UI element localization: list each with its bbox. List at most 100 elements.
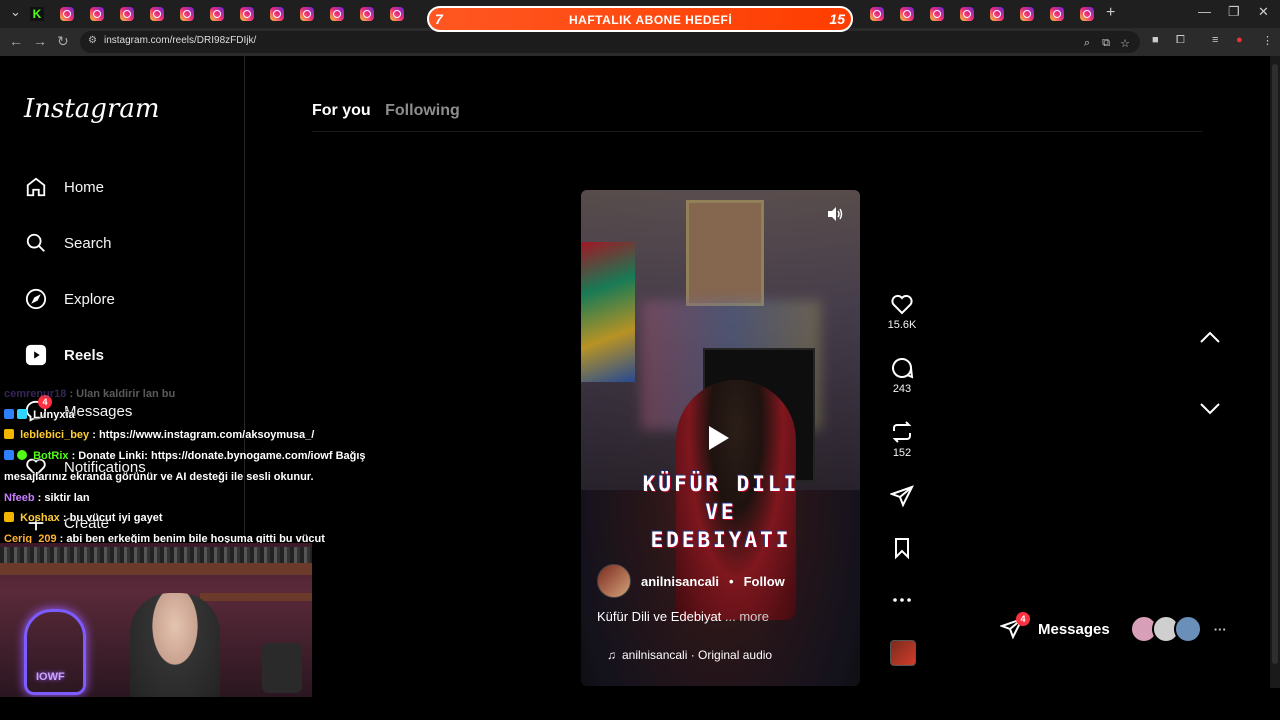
media-control-icon[interactable]: ≡ (1212, 34, 1218, 46)
install-app-icon[interactable]: ⧉ (1102, 37, 1110, 50)
minimize-button[interactable]: — (1198, 4, 1211, 19)
like-count: 15.6K (887, 319, 917, 331)
next-reel-icon[interactable] (1198, 396, 1222, 420)
reload-icon[interactable]: ↻ (57, 33, 69, 50)
chat-text: : https://www.instagram.com/aksoymusa_/ (92, 429, 315, 442)
instagram-icon[interactable] (870, 7, 884, 21)
nav-explore[interactable]: Explore (24, 284, 115, 314)
instagram-icon[interactable] (270, 7, 284, 21)
author-separator: • (729, 573, 734, 589)
zoom-icon[interactable]: ⌕ (1084, 37, 1090, 50)
goal-current: 7 (435, 11, 443, 27)
instagram-icon[interactable] (360, 7, 374, 21)
avatar (1173, 615, 1202, 643)
instagram-icon[interactable] (930, 7, 944, 21)
music-note-icon: ♫ (607, 648, 616, 662)
instagram-icon[interactable] (90, 7, 104, 21)
comment-button[interactable]: 243 (878, 356, 926, 395)
instagram-icon[interactable] (180, 7, 194, 21)
badge-icon (17, 408, 27, 419)
instagram-icon[interactable] (390, 7, 404, 21)
like-button[interactable]: 15.6K (878, 292, 926, 331)
bookmark-star-icon[interactable]: ☆ (1120, 37, 1130, 50)
send-icon (890, 485, 914, 508)
close-window-button[interactable]: ✕ (1258, 4, 1269, 20)
conversation-avatars (1129, 615, 1202, 643)
overlay-line: EDEBIYATI (650, 528, 792, 552)
repost-button[interactable]: 152 (878, 420, 926, 459)
puzzle-icon[interactable]: ⧠ (1176, 34, 1185, 47)
reel-caption: Küfür Dili ve Edebiyat ... more (597, 609, 769, 624)
site-info-icon[interactable]: ⚙ (88, 35, 97, 46)
url-text[interactable]: instagram.com/reels/DRI98zFDIjk/ (104, 35, 256, 46)
badge-icon (4, 512, 14, 523)
nav-search[interactable]: Search (24, 228, 112, 258)
share-button[interactable] (878, 484, 926, 511)
author-avatar[interactable] (597, 564, 631, 598)
author-username[interactable]: anilnisancali (641, 574, 719, 589)
overlay-line: VE (705, 500, 737, 524)
chat-message: BotRix : Donate Linki: https://donate.by… (4, 446, 394, 487)
instagram-icon[interactable] (330, 7, 344, 21)
follow-button[interactable]: Follow (744, 574, 785, 589)
badge-icon (4, 429, 14, 440)
audio-thumbnail[interactable] (890, 640, 916, 666)
instagram-icon[interactable] (1020, 7, 1034, 21)
instagram-icon[interactable] (120, 7, 134, 21)
instagram-icon[interactable] (60, 7, 74, 21)
instagram-icon[interactable] (1080, 7, 1094, 21)
menu-icon[interactable]: ⋮ (1262, 34, 1273, 47)
subscriber-goal-bar: 7 HAFTALIK ABONE HEDEFİ 15 (427, 6, 853, 32)
instagram-icon[interactable] (900, 7, 914, 21)
reel-video[interactable]: KÜFÜR DILI VE EDEBIYATI anilnisancali • … (581, 190, 860, 686)
tab-for-you[interactable]: For you (312, 102, 371, 119)
restore-button[interactable]: ❐ (1228, 4, 1240, 20)
microphone (262, 643, 302, 693)
nav-reels-label: Reels (64, 346, 105, 364)
instagram-icon[interactable] (1050, 7, 1064, 21)
nav-explore-label: Explore (64, 290, 115, 308)
instagram-logo[interactable]: Instagram (24, 94, 160, 124)
chat-text: : Ulan kaldirir lan bu (69, 388, 176, 400)
new-tab-button[interactable]: + (1106, 4, 1115, 22)
heart-icon (891, 294, 913, 315)
play-icon[interactable] (709, 426, 729, 450)
previous-reel-icon[interactable] (1198, 326, 1222, 350)
chat-message: Lunyxia (4, 405, 394, 426)
nav-reels[interactable]: Reels (24, 340, 104, 370)
comment-icon (892, 358, 914, 379)
instagram-icon[interactable] (300, 7, 314, 21)
chat-message: Koshax : bu vücut iyi gayet (4, 508, 394, 529)
reel-audio[interactable]: ♫ anilnisancali · Original audio (607, 648, 772, 662)
instagram-icon[interactable] (960, 7, 974, 21)
tab-search-icon[interactable]: ⌄ (10, 4, 21, 20)
caption-text: Küfür Dili ve Edebiyat (597, 609, 722, 624)
page-scrollbar[interactable] (1270, 56, 1280, 688)
more-icon (893, 598, 911, 602)
volume-icon[interactable] (827, 206, 843, 222)
tab-following[interactable]: Following (385, 102, 460, 119)
profile-icon[interactable]: ● (1236, 34, 1243, 46)
instagram-icon[interactable] (240, 7, 254, 21)
instagram-icon[interactable] (150, 7, 164, 21)
url-field[interactable]: ⚙ instagram.com/reels/DRI98zFDIjk/ ⌕ ⧉ ☆ (80, 31, 1140, 53)
neon-logo-text: IOWF (36, 671, 65, 683)
messages-pill-badge: 4 (1016, 612, 1030, 626)
forward-icon[interactable]: → (33, 33, 47, 49)
back-icon[interactable]: ← (9, 33, 23, 49)
chat-message: cemrenur18 : Ulan kaldirir lan bu (4, 384, 394, 405)
nav-home[interactable]: Home (24, 172, 104, 202)
feed-tabs: For you Following (312, 102, 470, 120)
kick-icon[interactable]: K (30, 7, 44, 21)
badge-icon (4, 408, 14, 419)
extension-icon[interactable]: ■ (1152, 34, 1159, 46)
save-button[interactable] (878, 536, 926, 563)
messages-pill[interactable]: 4 Messages ··· (999, 607, 1227, 651)
instagram-icon[interactable] (210, 7, 224, 21)
caption-more-link[interactable]: ... more (725, 609, 769, 624)
shelf (0, 563, 312, 575)
more-options-button[interactable] (878, 588, 926, 615)
reel-author: anilnisancali • Follow (597, 564, 785, 598)
home-icon (24, 175, 48, 199)
instagram-icon[interactable] (990, 7, 1004, 21)
